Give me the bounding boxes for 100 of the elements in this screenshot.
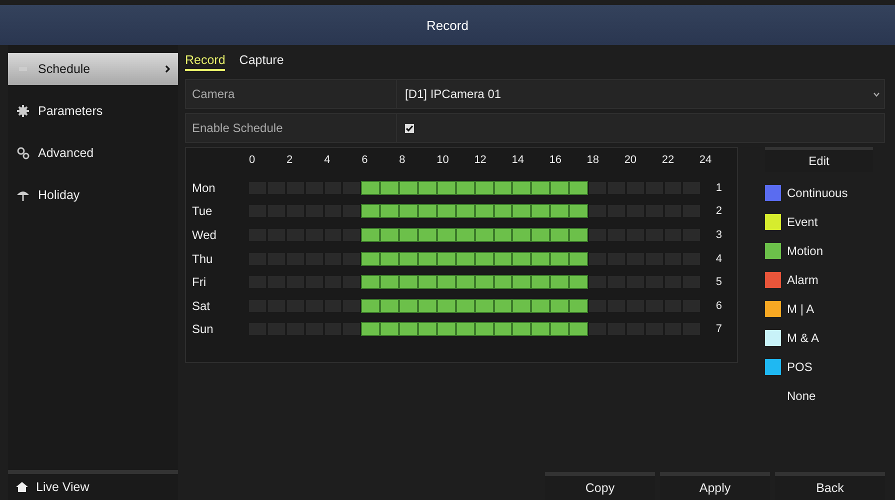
legend-item[interactable]: POS xyxy=(765,352,873,381)
schedule-block[interactable] xyxy=(550,204,570,218)
schedule-block[interactable] xyxy=(399,204,418,218)
schedule-block[interactable] xyxy=(399,228,418,242)
schedule-block[interactable] xyxy=(418,204,437,218)
schedule-block[interactable] xyxy=(494,180,512,195)
schedule-block[interactable] xyxy=(361,180,380,195)
schedule-block[interactable] xyxy=(399,275,418,290)
schedule-block[interactable] xyxy=(494,228,512,242)
schedule-block[interactable] xyxy=(361,252,380,266)
schedule-block[interactable] xyxy=(380,228,400,242)
schedule-block[interactable] xyxy=(399,298,418,313)
tab[interactable]: Capture xyxy=(239,53,284,71)
schedule-block[interactable] xyxy=(474,228,494,242)
schedule-block[interactable] xyxy=(456,275,475,290)
schedule-block[interactable] xyxy=(531,275,550,290)
schedule-block[interactable] xyxy=(436,180,456,195)
schedule-block[interactable] xyxy=(418,322,437,336)
legend-item[interactable]: Alarm xyxy=(765,265,873,294)
schedule-block[interactable] xyxy=(512,180,532,195)
schedule-block[interactable] xyxy=(550,180,570,195)
legend-item[interactable]: Motion xyxy=(765,236,873,265)
schedule-block[interactable] xyxy=(418,228,437,242)
schedule-block[interactable] xyxy=(569,298,588,313)
legend-item[interactable]: None xyxy=(765,381,873,410)
schedule-block[interactable] xyxy=(569,322,588,336)
schedule-block[interactable] xyxy=(456,298,475,313)
schedule-block[interactable] xyxy=(474,298,494,313)
schedule-block[interactable] xyxy=(474,204,494,218)
schedule-block[interactable] xyxy=(494,298,512,313)
schedule-block[interactable] xyxy=(399,322,418,336)
schedule-block[interactable] xyxy=(569,275,588,290)
schedule-block[interactable] xyxy=(569,252,588,266)
schedule-block[interactable] xyxy=(380,298,400,313)
schedule-block[interactable] xyxy=(436,204,456,218)
schedule-block[interactable] xyxy=(569,180,588,195)
schedule-block[interactable] xyxy=(361,275,380,290)
schedule-block[interactable] xyxy=(361,298,380,313)
schedule-block[interactable] xyxy=(380,252,400,266)
schedule-block[interactable] xyxy=(550,322,570,336)
schedule-block[interactable] xyxy=(436,252,456,266)
schedule-block[interactable] xyxy=(531,180,550,195)
schedule-block[interactable] xyxy=(399,180,418,195)
schedule-block[interactable] xyxy=(456,228,475,242)
schedule-block[interactable] xyxy=(436,275,456,290)
schedule-block[interactable] xyxy=(418,298,437,313)
schedule-block[interactable] xyxy=(512,252,532,266)
sidebar-item[interactable]: Holiday xyxy=(8,179,178,211)
sidebar-item[interactable]: Schedule xyxy=(8,53,178,85)
schedule-block[interactable] xyxy=(380,322,400,336)
schedule-block[interactable] xyxy=(474,252,494,266)
schedule-block[interactable] xyxy=(436,228,456,242)
schedule-block[interactable] xyxy=(569,204,588,218)
schedule-block[interactable] xyxy=(550,228,570,242)
schedule-block[interactable] xyxy=(380,275,400,290)
schedule-block[interactable] xyxy=(380,180,400,195)
schedule-block[interactable] xyxy=(418,252,437,266)
schedule-block[interactable] xyxy=(531,228,550,242)
schedule-block[interactable] xyxy=(494,252,512,266)
legend-item[interactable]: Event xyxy=(765,207,873,236)
schedule-block[interactable] xyxy=(456,252,475,266)
legend-item[interactable]: M & A xyxy=(765,323,873,352)
tab[interactable]: Record xyxy=(185,53,226,71)
schedule-block[interactable] xyxy=(494,275,512,290)
schedule-block[interactable] xyxy=(531,322,550,336)
schedule-block[interactable] xyxy=(550,252,570,266)
schedule-block[interactable] xyxy=(399,252,418,266)
schedule-block[interactable] xyxy=(512,322,532,336)
schedule-block[interactable] xyxy=(512,204,532,218)
schedule-block[interactable] xyxy=(474,275,494,290)
schedule-block[interactable] xyxy=(474,180,494,195)
schedule-block[interactable] xyxy=(531,252,550,266)
schedule-block[interactable] xyxy=(436,322,456,336)
schedule-block[interactable] xyxy=(531,204,550,218)
checkbox[interactable] xyxy=(405,124,414,132)
sidebar-item[interactable]: Advanced xyxy=(8,137,178,169)
schedule-block[interactable] xyxy=(361,322,380,336)
schedule-block[interactable] xyxy=(380,204,400,218)
schedule-block[interactable] xyxy=(456,204,475,218)
schedule-block[interactable] xyxy=(512,228,532,242)
schedule-block[interactable] xyxy=(550,275,570,290)
schedule-block[interactable] xyxy=(456,180,475,195)
schedule-block[interactable] xyxy=(361,228,380,242)
schedule-block[interactable] xyxy=(436,298,456,313)
schedule-block[interactable] xyxy=(361,204,380,218)
schedule-block[interactable] xyxy=(550,298,570,313)
schedule-block[interactable] xyxy=(512,275,532,290)
camera-dropdown[interactable]: [D1] IPCamera 01 xyxy=(397,80,884,108)
schedule-block[interactable] xyxy=(512,298,532,313)
schedule-block[interactable] xyxy=(474,322,494,336)
schedule-block[interactable] xyxy=(456,322,475,336)
schedule-block[interactable] xyxy=(418,275,437,290)
legend-item[interactable]: Continuous xyxy=(765,178,873,207)
schedule-block[interactable] xyxy=(418,180,437,195)
schedule-block[interactable] xyxy=(569,228,588,242)
schedule-block[interactable] xyxy=(531,298,550,313)
sidebar-item[interactable]: Parameters xyxy=(8,95,178,127)
schedule-block[interactable] xyxy=(494,322,512,336)
legend-item[interactable]: M | A xyxy=(765,294,873,323)
schedule-block[interactable] xyxy=(494,204,512,218)
